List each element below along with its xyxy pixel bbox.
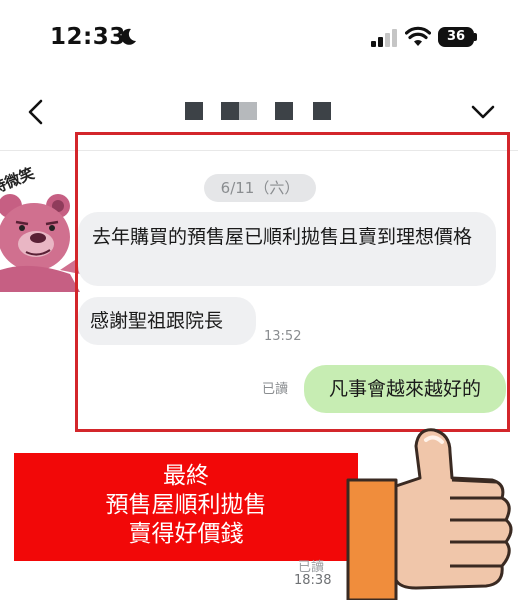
banner-line: 最終 <box>163 463 209 489</box>
moon-icon <box>121 28 136 45</box>
battery-level: 36 <box>446 29 466 44</box>
banner-line: 預售屋順利拋售 <box>105 492 267 518</box>
status-time: 12:33 <box>50 24 126 50</box>
censor-block <box>239 102 257 120</box>
chevron-left-icon[interactable] <box>26 98 44 126</box>
censor-block <box>185 102 203 120</box>
banner-line: 賣得好價錢 <box>128 521 244 547</box>
battery-tip <box>474 33 477 41</box>
thumbs-up-icon <box>346 428 513 600</box>
wifi-icon <box>405 26 431 46</box>
battery-icon: 36 <box>438 27 474 47</box>
message-timestamp: 18:38 <box>294 573 332 588</box>
chevron-down-icon[interactable] <box>470 103 496 121</box>
caption-banner: 最終 預售屋順利拋售 賣得好價錢 <box>14 453 358 561</box>
bear-sticker-image <box>0 194 80 292</box>
censor-block <box>275 102 293 120</box>
chat-header <box>0 88 518 138</box>
highlight-frame <box>75 132 510 432</box>
status-bar: 12:33 36 <box>0 0 518 80</box>
signal-icon <box>371 29 397 47</box>
censor-block <box>221 102 239 120</box>
censor-block <box>313 102 331 120</box>
